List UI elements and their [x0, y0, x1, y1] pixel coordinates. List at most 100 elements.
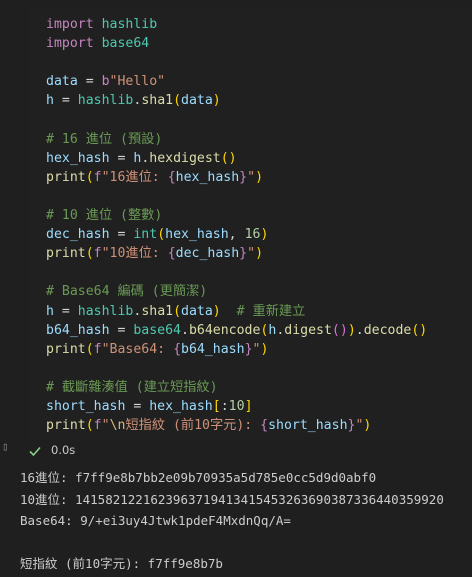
code-token: ) [212, 93, 221, 109]
code-token: "10進位: [101, 246, 168, 262]
code-token: hashlib [77, 303, 134, 319]
code-token: } [239, 246, 248, 262]
code-line[interactable]: # 10 進位 (整數) [46, 206, 162, 225]
code-line[interactable]: print(f"16進位: {hex_hash}") [46, 168, 263, 187]
code-line[interactable]: h = hashlib.sha1(data) # 重新建立 [46, 302, 305, 321]
code-token: int [133, 227, 158, 243]
code-token: b64_hash [46, 322, 110, 338]
code-token: " [247, 169, 256, 185]
code-token: print [46, 246, 86, 262]
code-token: data [181, 93, 213, 109]
code-token: # Base64 編碼 (更簡潔) [46, 284, 208, 300]
code-line[interactable]: import hashlib [46, 15, 157, 34]
code-token: dec_hash [175, 246, 240, 262]
code-token: hashlib [77, 93, 134, 109]
code-token: " [247, 246, 256, 262]
code-token: 10 [228, 399, 245, 414]
code-token: = [125, 399, 150, 414]
code-line[interactable]: data = b"Hello" [46, 72, 165, 91]
code-token: { [167, 246, 176, 262]
code-line[interactable]: import base64 [46, 34, 149, 53]
output-line: 10進位: 1415821221623963719413415453263690… [20, 491, 444, 507]
code-token: = [77, 74, 102, 90]
code-token: { [260, 418, 269, 434]
code-token: sha1 [141, 93, 174, 109]
code-token: b64encode [188, 322, 261, 338]
code-token: print [46, 341, 86, 357]
code-token: sha1 [141, 303, 174, 319]
code-token: ) [260, 227, 269, 243]
code-token: b [101, 74, 110, 90]
code-token: ) [347, 322, 356, 338]
code-token: \n [109, 418, 126, 434]
execution-time: 0.0s [51, 443, 76, 457]
code-line[interactable]: print(f"10進位: {dec_hash}") [46, 244, 263, 263]
code-token: data [46, 74, 78, 90]
code-token: short_hash [46, 399, 126, 414]
code-token: = [109, 227, 134, 243]
code-token: ) [363, 418, 372, 434]
code-token: () [220, 150, 237, 166]
code-token: f [93, 169, 102, 185]
code-token: } [239, 169, 248, 185]
code-token: hexdigest [149, 150, 221, 166]
code-line[interactable]: hex_hash = h.hexdigest() [46, 149, 237, 168]
code-line[interactable]: # 16 進位 (預設) [46, 130, 162, 149]
code-token: ) [212, 303, 221, 319]
output-line: 短指紋 (前10字元): f7ff9e8b7b [20, 556, 223, 571]
code-line[interactable]: # Base64 編碼 (更簡潔) [46, 282, 207, 301]
code-token: = [53, 93, 78, 109]
code-token: hashlib [93, 17, 158, 32]
code-token: f [93, 418, 102, 434]
code-token: . [355, 322, 364, 338]
code-token: hex_hash [46, 150, 110, 166]
code-token: () [331, 322, 348, 338]
code-token: # 截斷雜湊值 (建立短指紋) [46, 379, 218, 395]
code-line[interactable]: h = hashlib.sha1(data) [46, 91, 221, 110]
code-token: digest [284, 322, 332, 338]
code-token: f [93, 341, 102, 357]
code-token: "Hello" [109, 74, 166, 90]
code-token: "Base64: [101, 341, 174, 357]
code-token: 16 [244, 227, 261, 243]
code-token: ( [85, 246, 94, 262]
code-token: ) [255, 246, 264, 262]
code-token: ( [85, 169, 94, 185]
code-token: } [244, 341, 253, 357]
code-token: 短指紋 (前10字元): [125, 418, 261, 434]
code-line[interactable]: print(f"Base64: {b64_hash}") [46, 340, 268, 359]
code-line[interactable]: print(f"\n短指紋 (前10字元): {short_hash}") [46, 416, 371, 435]
code-token: ( [85, 341, 94, 357]
code-token: f [93, 246, 102, 262]
code-line[interactable]: dec_hash = int(hex_hash, 16) [46, 225, 268, 244]
code-token: ) [255, 169, 264, 185]
code-token: # 16 進位 (預設) [46, 131, 163, 147]
code-token: "16進位: [101, 169, 168, 185]
code-token: dec_hash [46, 227, 110, 243]
code-token: short_hash [268, 418, 348, 434]
code-token: = [109, 150, 134, 166]
code-cell[interactable]: ▯ 0.0s import hashlib import base64 data =… [0, 0, 472, 463]
code-token: base64 [133, 322, 181, 338]
code-token: () [411, 322, 428, 338]
code-token: hex_hash [175, 169, 240, 185]
cell-status-bar: 0.0s [28, 440, 228, 460]
code-token: { [173, 341, 182, 357]
code-token: ( [157, 227, 166, 243]
code-token: . [181, 322, 189, 338]
code-token: # 10 進位 (整數) [46, 208, 163, 223]
code-token: h [46, 303, 54, 319]
code-token: hex_hash [165, 227, 229, 243]
code-line[interactable]: # 截斷雜湊值 (建立短指紋) [46, 378, 218, 397]
code-token: ( [173, 93, 182, 109]
code-token: hex_hash [149, 399, 213, 414]
code-token: print [46, 169, 86, 185]
code-token: ( [173, 303, 182, 319]
code-line[interactable]: b64_hash = base64.b64encode(h.digest()).… [46, 321, 427, 340]
code-token: { [167, 169, 176, 185]
code-token: = [109, 322, 134, 338]
code-line[interactable]: short_hash = hex_hash[:10] [46, 397, 253, 416]
code-token: ) [260, 341, 269, 357]
output-line: Base64: 9/+ei3uy4Jtwk1pdeF4MxdnQq/A= [20, 513, 291, 528]
code-token: ] [244, 399, 253, 414]
